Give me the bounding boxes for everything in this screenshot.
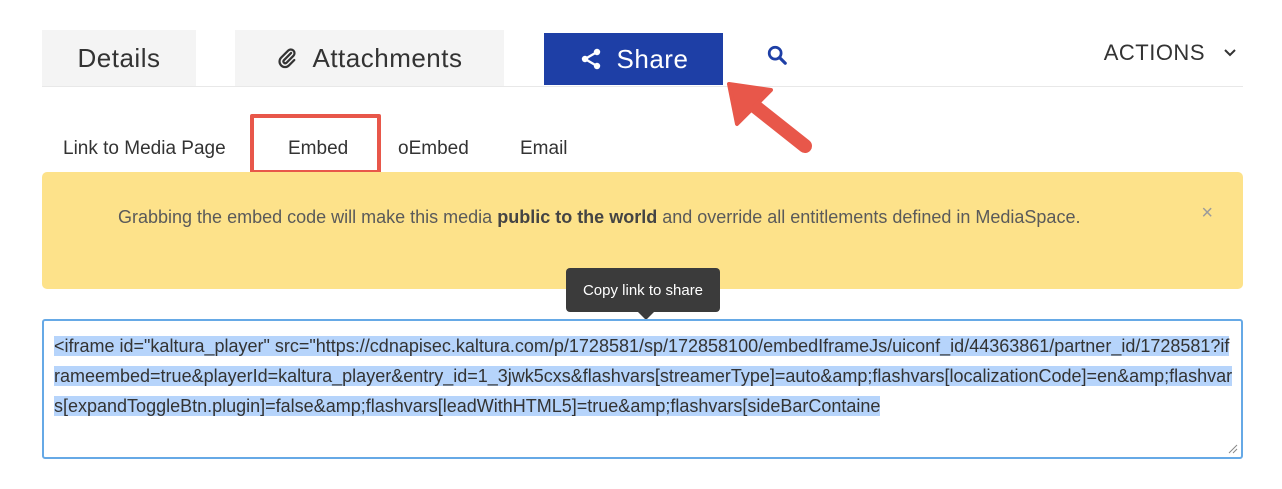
annotation-highlight-box: [250, 114, 381, 174]
tab-attachments-label: Attachments: [312, 42, 463, 73]
tab-share-label: Share: [616, 43, 689, 74]
embed-code-textarea[interactable]: <iframe id="kaltura_player" src="https:/…: [42, 319, 1243, 459]
tab-details-label: Details: [77, 42, 161, 73]
subtab-oembed[interactable]: oEmbed: [398, 138, 469, 160]
alert-message: Grabbing the embed code will make this m…: [118, 207, 1081, 227]
tab-share[interactable]: Share: [544, 33, 723, 85]
annotation-arrow-icon: [727, 82, 812, 153]
media-tabs: Details Attachments Share ACTIONS: [42, 30, 1243, 87]
search-button[interactable]: [762, 42, 792, 72]
chevron-down-icon: [1223, 48, 1237, 58]
copy-link-tooltip: Copy link to share: [566, 268, 720, 320]
actions-label: ACTIONS: [1103, 40, 1205, 65]
embed-code-text: <iframe id="kaltura_player" src="https:/…: [54, 331, 1233, 421]
paperclip-icon: [276, 47, 298, 69]
actions-menu[interactable]: ACTIONS: [1104, 40, 1237, 66]
search-icon: [766, 44, 788, 71]
subtab-email[interactable]: Email: [520, 138, 568, 160]
close-icon[interactable]: ×: [1201, 202, 1213, 225]
tab-details[interactable]: Details: [42, 30, 196, 86]
share-icon: [579, 47, 603, 71]
selected-embed-code: <iframe id="kaltura_player" src="https:/…: [54, 336, 1233, 416]
subtab-link-to-media-page[interactable]: Link to Media Page: [63, 138, 226, 160]
tab-attachments[interactable]: Attachments: [235, 30, 504, 86]
resize-handle-icon[interactable]: [1228, 444, 1238, 454]
